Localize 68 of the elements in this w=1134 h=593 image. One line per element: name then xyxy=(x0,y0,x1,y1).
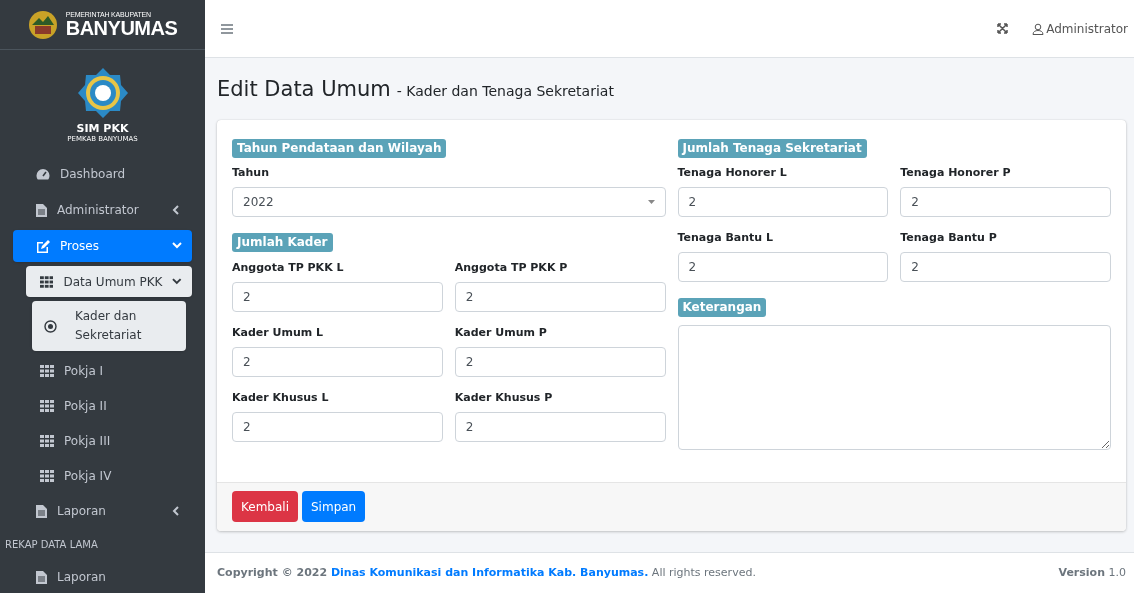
nav-item[interactable]: Pokja II xyxy=(26,390,192,421)
section-badge: Keterangan xyxy=(677,297,767,317)
input-field[interactable]: 2 xyxy=(900,186,1111,217)
page-subtitle: - Kader dan Tenaga Sekretariat xyxy=(396,82,614,101)
dropdown-caret-icon xyxy=(647,199,655,204)
input-field[interactable]: 2 xyxy=(677,251,889,282)
section-badge: Jumlah Kader xyxy=(232,232,333,252)
back-button[interactable]: Kembali xyxy=(232,491,298,522)
dashboard-icon xyxy=(36,168,50,180)
page-title: Edit Data Umum xyxy=(217,76,391,103)
field-label: Kader Umum L xyxy=(232,324,325,341)
field-label: Kader Khusus L xyxy=(232,389,330,406)
input-field[interactable]: 2 xyxy=(232,346,443,377)
field-label: Tenaga Honorer L xyxy=(677,164,788,181)
field-label: Kader Umum P xyxy=(454,324,548,341)
nav-section-header: REKAP DATA LAMA xyxy=(5,537,99,552)
field-label: Tenaga Bantu L xyxy=(677,229,774,246)
radio-icon xyxy=(44,319,57,333)
emblem-icon xyxy=(76,67,129,120)
app-name: SIM PKK xyxy=(76,123,129,135)
year-select[interactable]: 2022 xyxy=(232,186,666,217)
nav-item[interactable]: Pokja III xyxy=(26,425,192,456)
nav-item[interactable]: Pokja I xyxy=(26,355,192,386)
nav-item[interactable]: Proses xyxy=(13,230,192,262)
field-label: Anggota TP PKK L xyxy=(232,259,345,276)
copyright-text: Copyright © 2022 Dinas Komunikasi dan Informatika Kab. Banyumas. All rights reserved. xyxy=(217,564,756,581)
crest-icon xyxy=(27,9,58,40)
menu-icon[interactable] xyxy=(221,23,233,34)
user-menu[interactable]: Administrator xyxy=(1032,19,1128,38)
input-field[interactable]: 2 xyxy=(454,346,666,377)
field-label: Tenaga Bantu P xyxy=(900,229,998,246)
nav-item[interactable]: Laporan xyxy=(13,561,192,593)
grid-icon xyxy=(40,399,54,412)
input-field[interactable]: 2 xyxy=(232,281,443,312)
section-badge: Tahun Pendataan dan Wilayah xyxy=(232,138,447,158)
brand-title: BANYUMAS xyxy=(65,18,178,39)
input-field[interactable]: 2 xyxy=(900,251,1111,282)
field-label: Kader Khusus P xyxy=(454,389,554,406)
version-text: Version 1.0 xyxy=(1058,564,1126,581)
save-button[interactable]: Simpan xyxy=(302,491,366,522)
nav-item[interactable]: Pokja IV xyxy=(26,460,192,491)
input-field[interactable]: 2 xyxy=(454,411,666,442)
file-icon xyxy=(36,570,47,584)
file-icon xyxy=(36,504,47,518)
nav-item[interactable]: Kader dan Sekretariat xyxy=(32,301,186,351)
input-field[interactable]: 2 xyxy=(454,281,666,312)
caret-icon xyxy=(172,506,182,516)
field-label: Anggota TP PKK P xyxy=(454,259,569,276)
input-field[interactable]: 2 xyxy=(677,186,889,217)
grid-icon xyxy=(40,469,54,482)
section-badge: Jumlah Tenaga Sekretariat xyxy=(677,138,867,158)
file-icon xyxy=(36,203,47,217)
edit-icon xyxy=(36,239,50,253)
input-field[interactable]: 2 xyxy=(232,411,443,442)
caret-icon xyxy=(172,205,182,215)
grid-icon xyxy=(40,434,54,447)
field-label: Tenaga Honorer P xyxy=(900,164,1012,181)
fullscreen-icon[interactable] xyxy=(997,23,1009,34)
nav-item[interactable]: Dashboard xyxy=(13,158,192,190)
caret-icon xyxy=(172,276,182,287)
nav-item[interactable]: Data Umum PKK xyxy=(26,266,192,297)
nav-item[interactable]: Laporan xyxy=(13,495,192,527)
grid-icon xyxy=(40,364,54,377)
field-label: Tahun xyxy=(232,164,270,181)
caret-icon xyxy=(172,241,182,251)
user-icon xyxy=(1032,22,1045,35)
grid-icon xyxy=(40,275,54,288)
nav-item[interactable]: Administrator xyxy=(13,194,192,226)
